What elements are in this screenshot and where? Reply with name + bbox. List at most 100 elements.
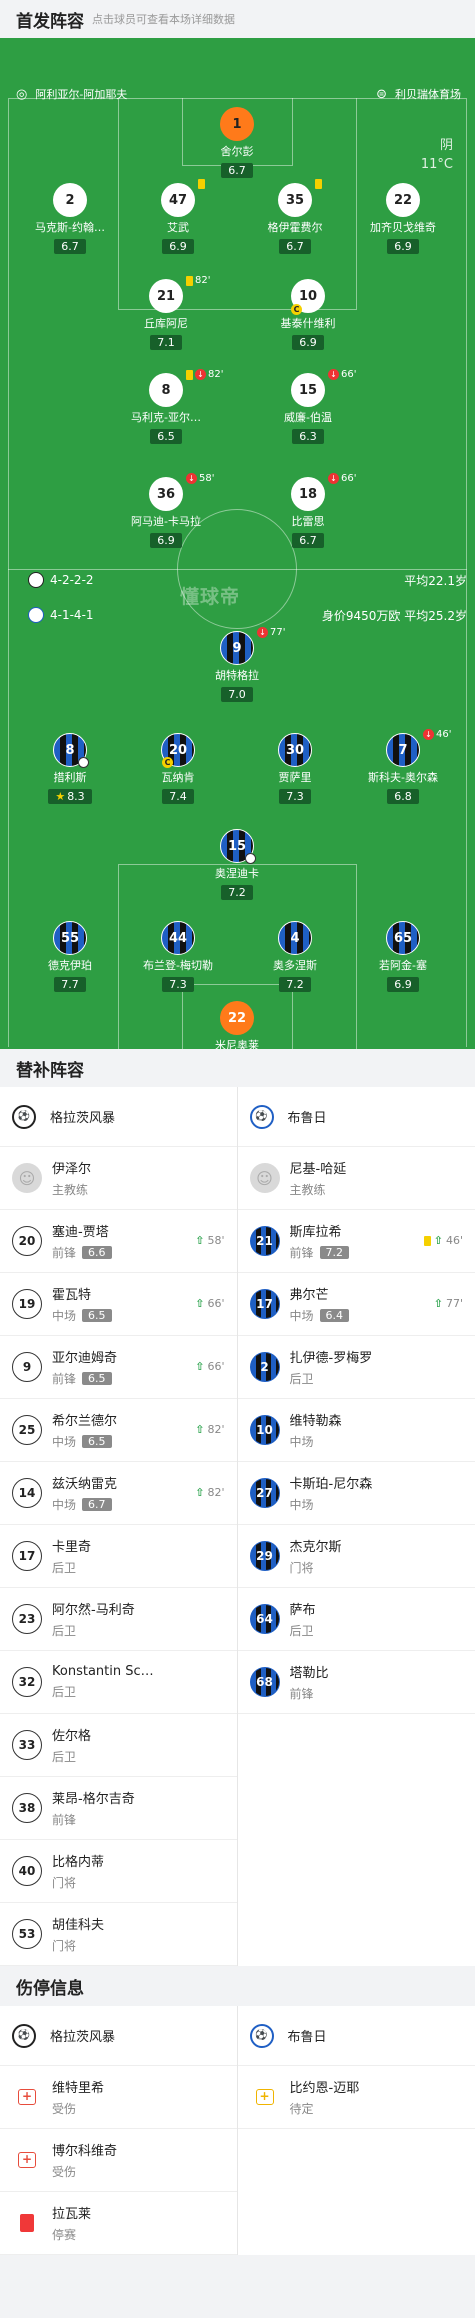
sub-player-row[interactable]: 29 杰克尔斯 门将 <box>237 1525 475 1588</box>
sub-player-name: 弗尔芒 <box>289 1288 329 1303</box>
sub-player-rating: 6.5 <box>82 1435 112 1448</box>
sub-jersey-number: 25 <box>12 1415 42 1445</box>
home-player-2[interactable]: 47 艾武 6.9 <box>118 179 238 254</box>
away-player-9[interactable]: 65 若阿金-塞 6.9 <box>343 921 463 992</box>
sub-player-row[interactable]: 9 亚尔迪姆奇 前锋 6.5 ⇧ 66' <box>0 1336 237 1399</box>
home-coach-row[interactable]: ☺ 伊泽尔 主教练 <box>0 1147 237 1210</box>
sub-player-row[interactable]: 20 塞迪-贾塔 前锋 6.6 ⇧ 58' <box>0 1210 237 1273</box>
injury-row[interactable]: + 博尔科维奇 受伤 <box>0 2129 237 2192</box>
sub-player-row[interactable]: 2 扎伊德-罗梅罗 后卫 <box>237 1336 475 1399</box>
injury-row[interactable]: + 维特里希 受伤 <box>0 2066 237 2129</box>
player-events: ↓ 82' <box>186 369 223 380</box>
away-player-4[interactable]: 7 ↓ 46' 斯科夫-奥尔森 6.8 <box>343 729 463 804</box>
player-name: 若阿金-塞 <box>379 959 427 972</box>
sub-jersey-number: 19 <box>12 1289 42 1319</box>
sub-in-info: ⇧ 58' <box>195 1234 224 1247</box>
sub-in-minute: 66' <box>207 1360 225 1373</box>
sub-out-icon: ↓ <box>328 369 339 380</box>
player-events: ↓ 77' <box>257 627 285 638</box>
sub-player-row[interactable]: 10 维特勒森 中场 <box>237 1399 475 1462</box>
sub-out-icon: ↓ <box>257 627 268 638</box>
subs-home-team-row[interactable]: ⚽ 格拉茨风暴 <box>0 1087 237 1147</box>
sub-player-row[interactable]: 25 希尔兰德尔 中场 6.5 ⇧ 82' <box>0 1399 237 1462</box>
away-coach-row[interactable]: ☺ 尼基-哈延 主教练 <box>237 1147 475 1210</box>
sub-jersey-number: 64 <box>249 1604 280 1634</box>
subs-away-team-name: 布鲁日 <box>287 1111 327 1126</box>
pitch: ◎ 阿利亚尔-阿加耶夫 ⊜ 利贝瑞体育场 阴 11°C 懂球帝 ◉ 4-2-2-… <box>0 38 475 1049</box>
home-player-4[interactable]: 22 加齐贝戈维奇 6.9 <box>343 183 463 254</box>
injuries-away-column: ⚽ 布鲁日 + 比约恩-迈耶 待定 <box>237 2006 475 2255</box>
away-player-2[interactable]: 20 C 瓦纳肯 7.4 <box>118 733 238 804</box>
injuries-home-team-row[interactable]: ⚽ 格拉茨风暴 <box>0 2006 237 2066</box>
player-events: ↓ 66' <box>328 473 356 484</box>
player-rating: 6.7 <box>279 239 311 254</box>
injury-row[interactable]: 拉瓦莱 停赛 <box>0 2192 237 2255</box>
home-player-1[interactable]: 2 马克斯-约翰… 6.7 <box>10 183 130 254</box>
player-jersey: 15 <box>220 829 256 864</box>
sub-in-minute: 77' <box>445 1297 463 1310</box>
sub-player-position: 前锋 <box>52 1246 77 1260</box>
sub-player-row[interactable]: 17 弗尔芒 中场 6.4 ⇧ 77' <box>237 1273 475 1336</box>
home-player-6[interactable]: 10 C 基泰什维利 6.9 <box>248 279 368 350</box>
injuries-away-team-name: 布鲁日 <box>287 2030 327 2045</box>
goal-ball-icon <box>78 757 89 768</box>
player-number: 55 <box>60 930 80 946</box>
player-name: 瓦纳肯 <box>161 771 195 784</box>
empty-row <box>238 2129 475 2192</box>
home-player-3[interactable]: 35 格伊霍费尔 6.7 <box>235 179 355 254</box>
sub-player-row[interactable]: 68 塔勒比 前锋 <box>237 1651 475 1714</box>
sub-player-rating: 6.7 <box>82 1498 112 1511</box>
player-jersey: 15 <box>291 373 325 407</box>
away-player-0[interactable]: 9 ↓ 77' 胡特格拉 7.0 <box>177 627 297 702</box>
player-jersey: 9 <box>220 631 254 665</box>
subs-away-team-row[interactable]: ⚽ 布鲁日 <box>237 1087 475 1147</box>
home-player-8[interactable]: 15 ↓ 66' 威廉-伯温 6.3 <box>248 369 368 444</box>
player-name: 布兰登-梅切勒 <box>143 959 213 972</box>
injuries-home-column: ⚽ 格拉茨风暴 + 维特里希 受伤 + 博尔科维奇 受伤 拉瓦莱 停赛 <box>0 2006 238 2255</box>
sub-player-name: 扎伊德-罗梅罗 <box>289 1351 373 1366</box>
sub-player-row[interactable]: 32 Konstantin Sc… 后卫 <box>0 1651 237 1714</box>
sub-player-row[interactable]: 53 胡佳科夫 门将 <box>0 1903 237 1966</box>
sub-player-row[interactable]: 19 霍瓦特 中场 6.5 ⇧ 66' <box>0 1273 237 1336</box>
away-player-10[interactable]: 22米尼奥莱7.1 <box>177 1001 297 1049</box>
away-club-icon: ◉ <box>28 607 44 623</box>
player-name: 措利斯 <box>53 771 87 784</box>
player-rating: 7.0 <box>221 687 253 702</box>
away-player-5[interactable]: 15 奥涅迪卡 7.2 <box>177 829 297 900</box>
player-rating: 7.1 <box>150 335 182 350</box>
sub-player-row[interactable]: 64 萨布 后卫 <box>237 1588 475 1651</box>
sub-player-row[interactable]: 23 阿尔然-马利奇 后卫 <box>0 1588 237 1651</box>
home-coach-role: 主教练 <box>52 1183 89 1197</box>
home-player-9[interactable]: 36 ↓ 58' 阿马迪-卡马拉 6.9 <box>106 473 226 548</box>
away-player-8[interactable]: 4 奥多涅斯 7.2 <box>235 921 355 992</box>
sub-player-position: 中场 <box>52 1435 77 1449</box>
player-rating: 6.9 <box>387 239 419 254</box>
home-player-7[interactable]: 8 ↓ 82' 马利克-亚尔… 6.5 <box>106 369 226 444</box>
sub-in-minute: 58' <box>207 1234 225 1247</box>
sub-out-icon: ↓ <box>195 369 206 380</box>
sub-player-row[interactable]: 38 莱昂-格尔吉奇 前锋 <box>0 1777 237 1840</box>
sub-player-rating: 6.4 <box>319 1309 350 1322</box>
sub-player-row[interactable]: 17 卡里奇 后卫 <box>0 1525 237 1588</box>
sub-out-icon: ↓ <box>423 729 434 740</box>
away-player-6[interactable]: 55 德克伊珀 7.7 <box>10 921 130 992</box>
sub-player-row[interactable]: 40 比格内蒂 门将 <box>0 1840 237 1903</box>
sub-player-row[interactable]: 27 卡斯珀-尼尔森 中场 <box>237 1462 475 1525</box>
sub-player-row[interactable]: 21 斯库拉希 前锋 7.2 ⇧ 46' <box>237 1210 475 1273</box>
injuries-away-team-row[interactable]: ⚽ 布鲁日 <box>237 2006 475 2066</box>
home-player-5[interactable]: 21 82' 丘库阿尼 7.1 <box>106 275 226 350</box>
sub-player-row[interactable]: 33 佐尔格 后卫 <box>0 1714 237 1777</box>
home-player-0[interactable]: 1 舍尔彭 6.7 <box>177 107 297 178</box>
player-rating: 6.9 <box>162 239 194 254</box>
away-coach-name: 尼基-哈延 <box>289 1162 347 1177</box>
injury-row[interactable]: + 比约恩-迈耶 待定 <box>237 2066 475 2129</box>
player-events: ↓ 46' <box>423 729 451 740</box>
away-player-1[interactable]: 8 措利斯 ★ 8.3 <box>10 733 130 804</box>
away-player-7[interactable]: 44 布兰登-梅切勒 7.3 <box>118 921 238 992</box>
sub-jersey-number: 14 <box>12 1478 42 1508</box>
away-player-3[interactable]: 30 贾萨里 7.3 <box>235 733 355 804</box>
home-player-10[interactable]: 18 ↓ 66' 比雷思 6.7 <box>248 473 368 548</box>
sub-player-row[interactable]: 14 兹沃纳雷克 中场 6.7 ⇧ 82' <box>0 1462 237 1525</box>
home-club-icon: ◉ <box>28 572 44 588</box>
sub-in-icon: ⇧ <box>195 1234 205 1247</box>
